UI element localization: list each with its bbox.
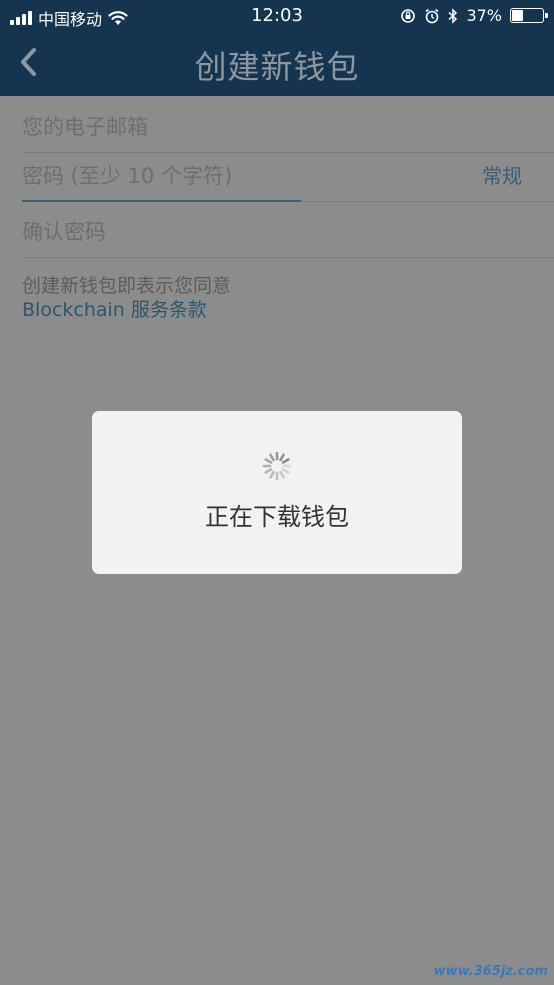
app-screen: 中国移动 12:03 37% 创建新钱包 您的电子邮箱 密码 (至少 10 个字… — [0, 0, 554, 985]
orientation-lock-icon — [401, 8, 416, 23]
password-field[interactable]: 密码 (至少 10 个字符) 常规 — [22, 146, 554, 202]
alarm-icon — [425, 8, 439, 23]
confirm-password-field[interactable]: 确认密码 — [22, 202, 554, 258]
email-placeholder: 您的电子邮箱 — [22, 115, 148, 139]
spinner-spoke — [279, 453, 285, 462]
battery-icon — [510, 8, 548, 23]
confirm-password-placeholder: 确认密码 — [22, 220, 106, 244]
status-bar: 中国移动 12:03 37% — [0, 0, 554, 32]
password-strength-label: 常规 — [482, 164, 522, 188]
terms-notice: 创建新钱包即表示您同意 Blockchain 服务条款 — [22, 274, 231, 322]
spinner-spoke — [281, 458, 290, 464]
loading-message: 正在下载钱包 — [205, 503, 349, 531]
confirm-password-underline — [22, 257, 554, 258]
email-field[interactable]: 您的电子邮箱 — [22, 97, 554, 153]
spinner-spoke — [269, 470, 275, 479]
loading-dialog: 正在下载钱包 — [92, 411, 462, 574]
nav-bar: 创建新钱包 — [0, 32, 554, 96]
header-bar: 中国移动 12:03 37% 创建新钱包 — [0, 0, 554, 96]
spinner-spoke — [269, 453, 275, 462]
page-title: 创建新钱包 — [194, 48, 360, 86]
terms-of-service-link[interactable]: Blockchain 服务条款 — [22, 298, 231, 322]
spinner-spoke — [279, 470, 285, 479]
bluetooth-icon — [448, 7, 458, 24]
spinner-spoke — [281, 468, 290, 474]
password-placeholder: 密码 (至少 10 个字符) — [22, 164, 233, 188]
battery-level-fill — [512, 10, 523, 21]
terms-text: 创建新钱包即表示您同意 — [22, 275, 232, 297]
watermark: www.365jz.com — [433, 964, 548, 979]
spinner-spoke — [264, 458, 273, 464]
loading-spinner-icon — [262, 451, 292, 481]
battery-percent: 37% — [466, 6, 502, 25]
spinner-spoke — [264, 468, 273, 474]
battery-tip — [545, 13, 548, 18]
status-right: 37% — [400, 6, 548, 25]
